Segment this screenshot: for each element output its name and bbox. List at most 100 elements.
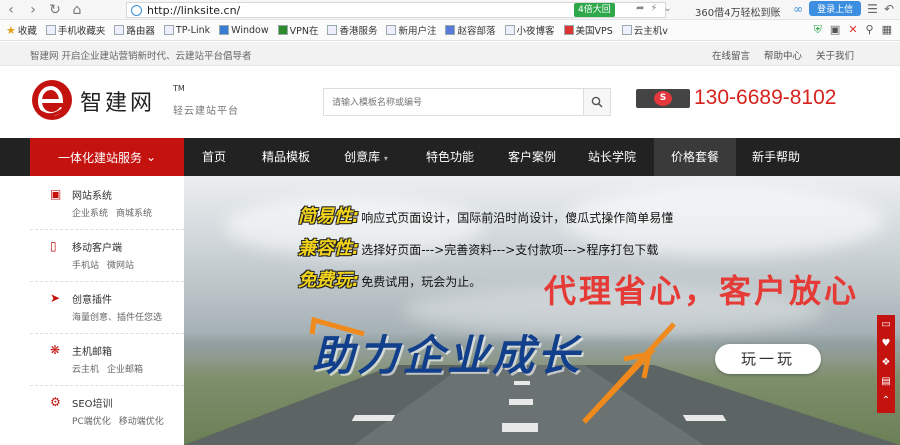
bookmark-item[interactable]: 美国VPS bbox=[563, 23, 613, 37]
feature-key: 简易性: bbox=[298, 206, 360, 227]
category-sub-link[interactable]: 企业系统 bbox=[72, 206, 108, 219]
promo-text[interactable]: 360借4万轻松到账 bbox=[695, 4, 780, 19]
close-icon[interactable]: ✕ bbox=[848, 23, 857, 37]
nav-all-services[interactable]: 一体化建站服务 ⌄ bbox=[30, 138, 184, 176]
category-sidebar: ▣ 网站系统 企业系统 商城系统 ▯ 移动客户端 手机站 微网站 ➤ 创意插件 … bbox=[30, 176, 184, 445]
search-box bbox=[323, 88, 611, 116]
shield-icon[interactable]: ⛨ bbox=[814, 23, 822, 37]
top-link-message[interactable]: 在线留言 bbox=[712, 48, 750, 62]
category-subs: 海量创意、插件任您选 bbox=[72, 310, 162, 323]
category-sub-link[interactable]: 海量创意、插件任您选 bbox=[72, 310, 162, 323]
book-icon[interactable]: ▤ bbox=[877, 372, 895, 391]
category-title[interactable]: 移动客户端 bbox=[72, 239, 122, 254]
back-icon[interactable]: ‹ bbox=[0, 0, 22, 20]
category-sub-link[interactable]: 手机站 bbox=[72, 258, 99, 271]
chevron-down-icon[interactable]: ⌄ bbox=[663, 3, 671, 14]
bookmark-item[interactable]: 新用户注 bbox=[386, 23, 436, 37]
chevron-down-icon: ⌄ bbox=[145, 150, 157, 164]
nav-item-help[interactable]: 新手帮助 bbox=[744, 138, 808, 176]
category-sub-link[interactable]: PC端优化 bbox=[72, 414, 111, 427]
bookmark-item[interactable]: 手机收藏夹 bbox=[45, 23, 105, 37]
bookmark-item[interactable]: 小夜博客 bbox=[504, 23, 555, 37]
grid-icon[interactable]: ▦ bbox=[882, 23, 892, 37]
extension-icon[interactable]: ▣ bbox=[830, 23, 840, 37]
menu-icon[interactable]: ☰ bbox=[867, 2, 878, 16]
home-icon[interactable]: ⌂ bbox=[66, 0, 88, 20]
search-icon bbox=[591, 96, 603, 108]
play-button[interactable]: 玩一玩 bbox=[715, 344, 821, 374]
nav-all-services-label: 一体化建站服务 bbox=[57, 150, 142, 165]
logo-name[interactable]: 智建网 bbox=[80, 85, 155, 117]
mobile-icon: ▯ bbox=[50, 239, 57, 253]
category-website[interactable]: ▣ 网站系统 企业系统 商城系统 bbox=[30, 178, 184, 230]
speed-badge[interactable]: 4倍大回 bbox=[574, 3, 615, 17]
nav-item-ideas[interactable]: 创意库 ▾ bbox=[334, 138, 398, 176]
category-subs: PC端优化 移动端优化 bbox=[72, 414, 164, 427]
nav-item-cases[interactable]: 客户案例 bbox=[500, 138, 564, 176]
qq-icon: S bbox=[654, 91, 672, 106]
slogan-blue: 助力企业成长 bbox=[312, 331, 583, 380]
search-icon[interactable]: ⚲ bbox=[866, 23, 874, 37]
category-sub-link[interactable]: 商城系统 bbox=[116, 206, 152, 219]
infinity-icon[interactable]: ∞ bbox=[793, 2, 803, 16]
seo-icon: ⚙ bbox=[50, 395, 61, 409]
bookmark-item[interactable]: Window bbox=[219, 25, 269, 36]
nav-item-pricing[interactable]: 价格套餐 bbox=[654, 138, 736, 176]
forward-icon[interactable]: › bbox=[22, 0, 44, 20]
feature-desc: 免费试用，玩会为止。 bbox=[361, 275, 482, 289]
nav-item-home[interactable]: 首页 bbox=[184, 138, 244, 176]
vps-icon bbox=[563, 25, 574, 35]
category-sub-link[interactable]: 云主机 bbox=[72, 362, 99, 375]
category-title[interactable]: 主机邮箱 bbox=[72, 343, 112, 358]
bookmark-item[interactable]: 赵容部落 bbox=[445, 23, 496, 37]
search-button[interactable] bbox=[583, 89, 610, 115]
category-sub-link[interactable]: 微网站 bbox=[107, 258, 134, 271]
category-sub-link[interactable]: 企业邮箱 bbox=[107, 362, 143, 375]
lightning-icon[interactable]: ⚡ bbox=[650, 3, 657, 14]
nav-item-templates[interactable]: 精品模板 bbox=[254, 138, 318, 176]
category-title[interactable]: SEO培训 bbox=[72, 395, 113, 410]
feature-key: 兼容性: bbox=[298, 238, 360, 259]
star-icon: ★ bbox=[6, 23, 16, 37]
qq-widget[interactable]: S bbox=[636, 89, 690, 108]
category-sub-link[interactable]: 移动端优化 bbox=[119, 414, 164, 427]
heart-icon[interactable]: ♥ bbox=[877, 334, 895, 353]
bookmarks-bar: ★ 收藏 手机收藏夹 路由器 TP-Link Window VPN在 香港服务 新… bbox=[0, 20, 900, 41]
floating-toolbar: ▭ ♥ ❖ ▤ ⌃ bbox=[877, 315, 895, 413]
nav-item-features[interactable]: 特色功能 bbox=[418, 138, 482, 176]
url-text[interactable]: http://linksite.cn/ bbox=[147, 4, 240, 17]
category-plugins[interactable]: ➤ 创意插件 海量创意、插件任您选 bbox=[30, 282, 184, 334]
user-icon bbox=[445, 25, 456, 35]
feature-desc: 响应式页面设计，国际前沿时尚设计，傻瓜式操作简单易懂 bbox=[361, 211, 674, 225]
back-to-top-icon[interactable]: ⌃ bbox=[877, 391, 895, 410]
category-seo[interactable]: ⚙ SEO培训 PC端优化 移动端优化 bbox=[30, 386, 184, 438]
refresh-icon[interactable]: ↻ bbox=[44, 0, 66, 20]
top-link-help[interactable]: 帮助中心 bbox=[764, 48, 802, 62]
category-subs: 手机站 微网站 bbox=[72, 258, 134, 271]
search-input[interactable] bbox=[324, 89, 584, 115]
nav-item-academy[interactable]: 站长学院 bbox=[580, 138, 644, 176]
feature-key: 免费玩: bbox=[298, 270, 360, 291]
hero-banner[interactable]: 简易性: 响应式页面设计，国际前沿时尚设计，傻瓜式操作简单易懂 兼容性: 选择好… bbox=[184, 176, 900, 445]
bookmark-item[interactable]: TP-Link bbox=[163, 25, 210, 36]
bookmark-item[interactable]: 香港服务 bbox=[327, 23, 377, 37]
category-mobile[interactable]: ▯ 移动客户端 手机站 微网站 bbox=[30, 230, 184, 282]
caret-down-icon: ▾ bbox=[383, 154, 388, 163]
dropbox-icon[interactable]: ❖ bbox=[877, 353, 895, 372]
top-link-about[interactable]: 关于我们 bbox=[816, 48, 854, 62]
login-button[interactable]: 登录上信 bbox=[809, 1, 862, 16]
feature-line: 简易性: 响应式页面设计，国际前沿时尚设计，傻瓜式操作简单易懂 bbox=[298, 202, 673, 228]
bookmark-item[interactable]: VPN在 bbox=[277, 23, 318, 37]
logo-icon[interactable] bbox=[30, 78, 74, 122]
monitor-icon[interactable]: ▭ bbox=[877, 315, 895, 334]
mail-icon: ❋ bbox=[50, 343, 61, 357]
share-icon[interactable]: ➦ bbox=[636, 3, 644, 14]
category-title[interactable]: 网站系统 bbox=[72, 187, 112, 202]
undo-icon[interactable]: ↶ bbox=[884, 2, 894, 16]
category-title[interactable]: 创意插件 bbox=[72, 291, 112, 306]
bookmark-item[interactable]: 云主机v bbox=[621, 23, 668, 37]
category-subs: 云主机 企业邮箱 bbox=[72, 362, 143, 375]
category-hosting[interactable]: ❋ 主机邮箱 云主机 企业邮箱 bbox=[30, 334, 184, 386]
bookmark-item[interactable]: 路由器 bbox=[114, 23, 155, 37]
bookmark-item[interactable]: ★ 收藏 bbox=[6, 23, 37, 38]
